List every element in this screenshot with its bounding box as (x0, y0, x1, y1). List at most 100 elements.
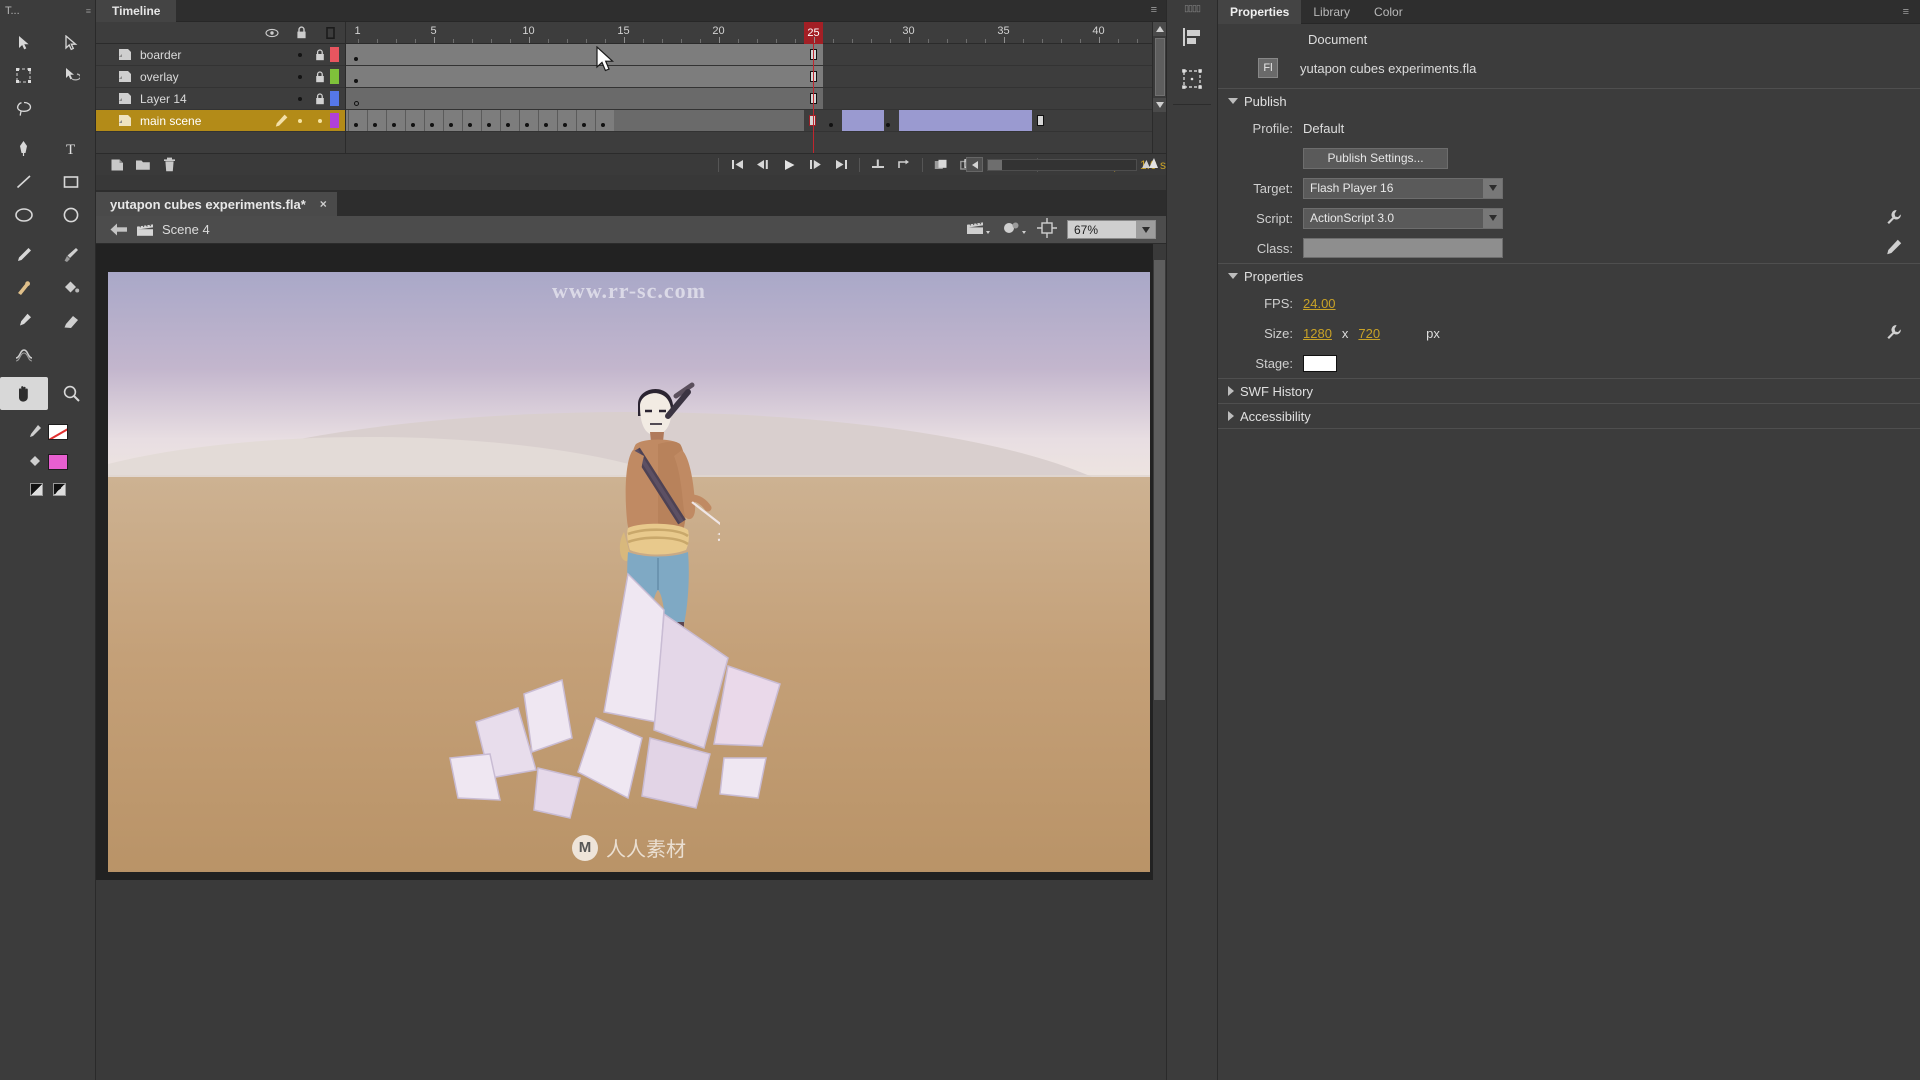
pen-tool[interactable] (0, 132, 48, 165)
timeline-panel-menu-icon[interactable]: ≡ (1151, 4, 1158, 16)
chevron-down-icon[interactable] (1483, 178, 1502, 198)
eraser-tool[interactable] (48, 304, 96, 337)
pencil-tool[interactable] (0, 238, 48, 271)
layer-outline-color[interactable] (330, 69, 339, 84)
zoom-level-select[interactable]: 67% (1067, 220, 1156, 239)
scroll-up-arrow[interactable] (1153, 22, 1166, 36)
step-back-one-frame-button[interactable] (750, 155, 776, 175)
back-arrow-icon[interactable] (106, 223, 132, 236)
class-edit-pencil-icon[interactable] (1886, 239, 1902, 258)
lock-toggle[interactable] (310, 92, 330, 105)
delete-layer-button[interactable] (156, 155, 182, 175)
timeline-zoom-thumb[interactable] (988, 159, 1002, 170)
frames-area[interactable]: 15101520253035404550556065707580 (346, 22, 1152, 153)
frame-row[interactable] (346, 66, 1152, 88)
onion-skin-button[interactable] (928, 155, 954, 175)
line-tool[interactable] (0, 165, 48, 198)
lock-toggle[interactable] (310, 48, 330, 61)
selection-tool[interactable] (0, 26, 48, 59)
keyframe-marker[interactable] (468, 123, 472, 127)
text-tool[interactable]: T (48, 132, 96, 165)
stage-area[interactable]: www.rr-sc.com M 人人素材 (96, 244, 1166, 880)
chevron-down-icon[interactable] (1228, 98, 1238, 104)
keyframe-marker[interactable] (392, 123, 396, 127)
chevron-right-icon[interactable] (1228, 411, 1234, 421)
timeline-vertical-scrollbar[interactable] (1152, 22, 1166, 153)
lock-icon[interactable] (294, 26, 308, 39)
stage-scroll-thumb[interactable] (1154, 260, 1165, 700)
rectangle-tool[interactable] (48, 165, 96, 198)
frame-span[interactable] (346, 44, 823, 65)
accessibility-header[interactable]: Accessibility (1218, 404, 1920, 428)
document-tab[interactable]: yutapon cubes experiments.fla* × (96, 192, 337, 216)
class-field[interactable] (1303, 238, 1503, 258)
go-to-last-frame-button[interactable] (828, 155, 854, 175)
frame-row[interactable] (346, 88, 1152, 110)
visibility-toggle[interactable] (290, 74, 310, 79)
layer-row-boarder[interactable]: boarder (96, 44, 345, 66)
transform-panel-icon[interactable] (1167, 58, 1217, 100)
paint-bucket-tool[interactable] (48, 271, 96, 304)
keyframe-marker[interactable] (544, 123, 548, 127)
stage-canvas[interactable]: www.rr-sc.com M 人人素材 (108, 272, 1150, 872)
brush-tool[interactable] (48, 238, 96, 271)
frame-row[interactable] (346, 44, 1152, 66)
timeline-ruler[interactable]: 15101520253035404550556065707580 (346, 22, 1152, 44)
eyedropper-tool[interactable] (0, 304, 48, 337)
edit-scene-button[interactable] (965, 219, 991, 240)
swf-history-header[interactable]: SWF History (1218, 379, 1920, 403)
zoom-out-frames-icon[interactable] (1141, 157, 1158, 172)
script-select[interactable]: ActionScript 3.0 (1303, 207, 1503, 229)
playhead-line[interactable] (813, 44, 814, 153)
hand-tool[interactable] (0, 377, 48, 410)
center-stage-icon[interactable] (1037, 218, 1057, 241)
play-button[interactable] (776, 155, 802, 175)
frame-span[interactable] (346, 66, 823, 87)
chevron-down-icon[interactable] (1483, 208, 1502, 228)
magic-wand-tool[interactable] (48, 92, 96, 125)
frame-span-empty[interactable] (614, 110, 804, 131)
chevron-down-icon[interactable] (1136, 221, 1155, 238)
motion-tween-span[interactable] (842, 110, 884, 131)
zoom-tool[interactable] (48, 377, 96, 410)
layer-row-main-scene[interactable]: main scene (96, 110, 345, 132)
layer-outline-color[interactable] (330, 47, 339, 62)
new-layer-button[interactable] (104, 155, 130, 175)
keyframe-marker[interactable] (886, 123, 890, 127)
visibility-toggle[interactable] (290, 52, 310, 57)
shatter-effect-artwork[interactable] (428, 562, 868, 832)
keyframe-marker[interactable] (525, 123, 529, 127)
timeline-horizontal-scroll[interactable] (966, 157, 1158, 172)
frame-span[interactable] (346, 88, 823, 109)
swap-colors-icon[interactable] (52, 482, 66, 496)
scroll-down-arrow[interactable] (1153, 98, 1166, 112)
keyframe-marker[interactable] (487, 123, 491, 127)
center-frame-button[interactable] (865, 155, 891, 175)
keyframe-marker[interactable] (506, 123, 510, 127)
stage-height-value[interactable]: 720 (1358, 326, 1380, 341)
go-to-first-frame-button[interactable] (724, 155, 750, 175)
keyframe-marker[interactable] (354, 57, 358, 61)
align-panel-icon[interactable] (1167, 16, 1217, 58)
fill-color-swatch[interactable] (47, 454, 68, 470)
chevron-down-icon[interactable] (1228, 273, 1238, 279)
publish-settings-button[interactable]: Publish Settings... (1303, 147, 1448, 169)
visibility-toggle[interactable] (290, 118, 310, 123)
width-tool[interactable] (0, 337, 48, 370)
target-select[interactable]: Flash Player 16 (1303, 177, 1503, 199)
keyframe-marker[interactable] (354, 123, 358, 127)
free-transform-tool[interactable] (0, 59, 48, 92)
keyframe-marker[interactable] (430, 123, 434, 127)
layer-outline-color[interactable] (330, 113, 339, 128)
hscroll-left-arrow[interactable] (966, 157, 983, 172)
frame-rows[interactable] (346, 44, 1152, 132)
keyframe-marker[interactable] (582, 123, 586, 127)
publish-section-header[interactable]: Publish (1218, 89, 1920, 113)
keyframe-marker[interactable] (829, 123, 833, 127)
polystar-tool[interactable] (48, 198, 96, 231)
edit-symbols-button[interactable] (1001, 219, 1027, 240)
profile-value[interactable]: Default (1303, 121, 1344, 136)
keyframe-marker[interactable] (601, 123, 605, 127)
spray-brush-tool[interactable] (48, 337, 96, 370)
tab-library[interactable]: Library (1301, 0, 1362, 24)
